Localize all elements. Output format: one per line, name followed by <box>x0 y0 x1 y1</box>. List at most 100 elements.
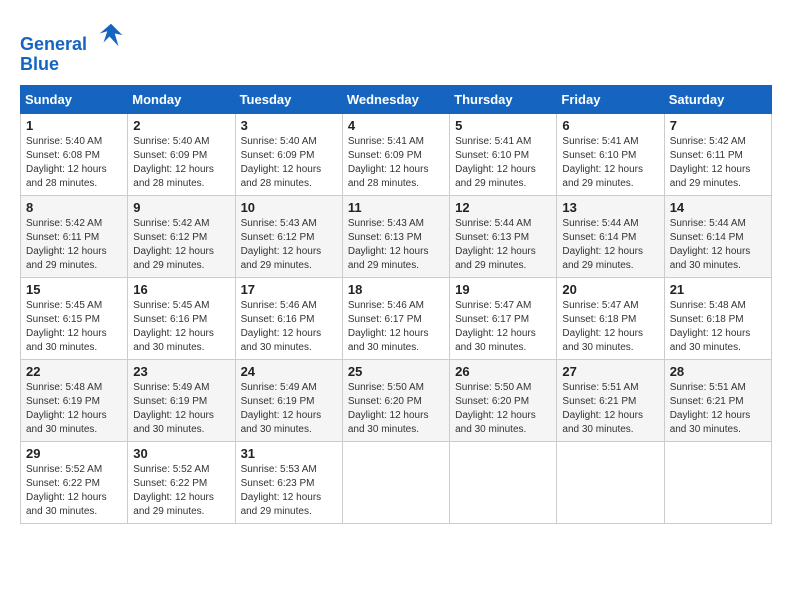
day-info: Sunrise: 5:43 AM Sunset: 6:13 PM Dayligh… <box>348 217 444 273</box>
calendar-day-11: 11 Sunrise: 5:43 AM Sunset: 6:13 PM Dayli… <box>342 195 449 277</box>
day-number: 14 <box>670 200 766 215</box>
empty-cell <box>557 441 664 523</box>
calendar-week-2: 8 Sunrise: 5:42 AM Sunset: 6:11 PM Daylig… <box>21 195 772 277</box>
day-number: 7 <box>670 118 766 133</box>
day-number: 2 <box>133 118 229 133</box>
day-info: Sunrise: 5:51 AM Sunset: 6:21 PM Dayligh… <box>562 381 658 437</box>
calendar-day-28: 28 Sunrise: 5:51 AM Sunset: 6:21 PM Dayli… <box>664 359 771 441</box>
calendar-day-30: 30 Sunrise: 5:52 AM Sunset: 6:22 PM Dayli… <box>128 441 235 523</box>
day-number: 29 <box>26 446 122 461</box>
calendar-week-3: 15Sunrise: 5:45 AM Sunset: 6:15 PM Dayli… <box>21 277 772 359</box>
calendar-day-4: 4Sunrise: 5:41 AM Sunset: 6:09 PM Daylig… <box>342 113 449 195</box>
header-wednesday: Wednesday <box>342 85 449 113</box>
calendar-day-8: 8 Sunrise: 5:42 AM Sunset: 6:11 PM Daylig… <box>21 195 128 277</box>
day-info: Sunrise: 5:52 AM Sunset: 6:22 PM Dayligh… <box>133 463 229 519</box>
calendar-day-19: 19 Sunrise: 5:47 AM Sunset: 6:17 PM Dayli… <box>450 277 557 359</box>
day-number: 13 <box>562 200 658 215</box>
day-number: 3 <box>241 118 337 133</box>
calendar-day-27: 27 Sunrise: 5:51 AM Sunset: 6:21 PM Dayli… <box>557 359 664 441</box>
calendar-day-20: 20 Sunrise: 5:47 AM Sunset: 6:18 PM Dayli… <box>557 277 664 359</box>
day-number: 12 <box>455 200 551 215</box>
day-info: Sunrise: 5:52 AM Sunset: 6:22 PM Dayligh… <box>26 463 122 519</box>
day-number: 20 <box>562 282 658 297</box>
day-info: Sunrise: 5:45 AM Sunset: 6:15 PM Dayligh… <box>26 299 122 355</box>
day-number: 24 <box>241 364 337 379</box>
calendar-day-1: 1 Sunrise: 5:40 AM Sunset: 6:08 PM Daylig… <box>21 113 128 195</box>
day-number: 21 <box>670 282 766 297</box>
calendar-day-21: 21Sunrise: 5:48 AM Sunset: 6:18 PM Dayli… <box>664 277 771 359</box>
day-number: 11 <box>348 200 444 215</box>
day-info: Sunrise: 5:46 AM Sunset: 6:17 PM Dayligh… <box>348 299 444 355</box>
day-number: 8 <box>26 200 122 215</box>
calendar-header-row: SundayMondayTuesdayWednesdayThursdayFrid… <box>21 85 772 113</box>
day-info: Sunrise: 5:50 AM Sunset: 6:20 PM Dayligh… <box>348 381 444 437</box>
logo-general: General <box>20 34 87 54</box>
calendar-week-1: 1 Sunrise: 5:40 AM Sunset: 6:08 PM Daylig… <box>21 113 772 195</box>
header-thursday: Thursday <box>450 85 557 113</box>
day-number: 4 <box>348 118 444 133</box>
logo-bird-icon <box>96 20 126 50</box>
calendar-day-25: 25Sunrise: 5:50 AM Sunset: 6:20 PM Dayli… <box>342 359 449 441</box>
day-number: 5 <box>455 118 551 133</box>
day-info: Sunrise: 5:44 AM Sunset: 6:13 PM Dayligh… <box>455 217 551 273</box>
day-number: 16 <box>133 282 229 297</box>
day-info: Sunrise: 5:42 AM Sunset: 6:11 PM Dayligh… <box>670 135 766 191</box>
day-info: Sunrise: 5:53 AM Sunset: 6:23 PM Dayligh… <box>241 463 337 519</box>
calendar-day-10: 10 Sunrise: 5:43 AM Sunset: 6:12 PM Dayli… <box>235 195 342 277</box>
day-number: 30 <box>133 446 229 461</box>
day-number: 17 <box>241 282 337 297</box>
logo: General Blue <box>20 20 126 75</box>
day-number: 27 <box>562 364 658 379</box>
calendar-week-5: 29 Sunrise: 5:52 AM Sunset: 6:22 PM Dayli… <box>21 441 772 523</box>
day-info: Sunrise: 5:42 AM Sunset: 6:11 PM Dayligh… <box>26 217 122 273</box>
calendar-day-5: 5Sunrise: 5:41 AM Sunset: 6:10 PM Daylig… <box>450 113 557 195</box>
calendar-day-14: 14 Sunrise: 5:44 AM Sunset: 6:14 PM Dayli… <box>664 195 771 277</box>
day-number: 28 <box>670 364 766 379</box>
day-number: 10 <box>241 200 337 215</box>
calendar-day-29: 29 Sunrise: 5:52 AM Sunset: 6:22 PM Dayli… <box>21 441 128 523</box>
day-info: Sunrise: 5:46 AM Sunset: 6:16 PM Dayligh… <box>241 299 337 355</box>
calendar-day-16: 16 Sunrise: 5:45 AM Sunset: 6:16 PM Dayli… <box>128 277 235 359</box>
calendar-day-9: 9Sunrise: 5:42 AM Sunset: 6:12 PM Daylig… <box>128 195 235 277</box>
calendar-week-4: 22 Sunrise: 5:48 AM Sunset: 6:19 PM Dayli… <box>21 359 772 441</box>
day-info: Sunrise: 5:48 AM Sunset: 6:19 PM Dayligh… <box>26 381 122 437</box>
day-number: 26 <box>455 364 551 379</box>
day-number: 22 <box>26 364 122 379</box>
day-number: 19 <box>455 282 551 297</box>
calendar-day-6: 6 Sunrise: 5:41 AM Sunset: 6:10 PM Daylig… <box>557 113 664 195</box>
day-info: Sunrise: 5:50 AM Sunset: 6:20 PM Dayligh… <box>455 381 551 437</box>
day-info: Sunrise: 5:43 AM Sunset: 6:12 PM Dayligh… <box>241 217 337 273</box>
day-info: Sunrise: 5:47 AM Sunset: 6:18 PM Dayligh… <box>562 299 658 355</box>
day-info: Sunrise: 5:44 AM Sunset: 6:14 PM Dayligh… <box>670 217 766 273</box>
header-friday: Friday <box>557 85 664 113</box>
calendar-day-13: 13 Sunrise: 5:44 AM Sunset: 6:14 PM Dayli… <box>557 195 664 277</box>
calendar-table: SundayMondayTuesdayWednesdayThursdayFrid… <box>20 85 772 524</box>
calendar-day-3: 3 Sunrise: 5:40 AM Sunset: 6:09 PM Daylig… <box>235 113 342 195</box>
calendar-day-2: 2 Sunrise: 5:40 AM Sunset: 6:09 PM Daylig… <box>128 113 235 195</box>
day-number: 1 <box>26 118 122 133</box>
day-info: Sunrise: 5:47 AM Sunset: 6:17 PM Dayligh… <box>455 299 551 355</box>
day-number: 9 <box>133 200 229 215</box>
calendar-day-26: 26 Sunrise: 5:50 AM Sunset: 6:20 PM Dayli… <box>450 359 557 441</box>
day-info: Sunrise: 5:44 AM Sunset: 6:14 PM Dayligh… <box>562 217 658 273</box>
calendar-day-18: 18 Sunrise: 5:46 AM Sunset: 6:17 PM Dayli… <box>342 277 449 359</box>
calendar-day-17: 17 Sunrise: 5:46 AM Sunset: 6:16 PM Dayli… <box>235 277 342 359</box>
calendar-day-15: 15Sunrise: 5:45 AM Sunset: 6:15 PM Dayli… <box>21 277 128 359</box>
empty-cell <box>342 441 449 523</box>
calendar-day-7: 7 Sunrise: 5:42 AM Sunset: 6:11 PM Daylig… <box>664 113 771 195</box>
header-sunday: Sunday <box>21 85 128 113</box>
day-number: 31 <box>241 446 337 461</box>
day-info: Sunrise: 5:40 AM Sunset: 6:09 PM Dayligh… <box>133 135 229 191</box>
header-saturday: Saturday <box>664 85 771 113</box>
header-tuesday: Tuesday <box>235 85 342 113</box>
day-info: Sunrise: 5:41 AM Sunset: 6:10 PM Dayligh… <box>562 135 658 191</box>
day-number: 18 <box>348 282 444 297</box>
page-header: General Blue <box>20 20 772 75</box>
day-info: Sunrise: 5:40 AM Sunset: 6:08 PM Dayligh… <box>26 135 122 191</box>
day-info: Sunrise: 5:40 AM Sunset: 6:09 PM Dayligh… <box>241 135 337 191</box>
day-info: Sunrise: 5:45 AM Sunset: 6:16 PM Dayligh… <box>133 299 229 355</box>
calendar-day-22: 22 Sunrise: 5:48 AM Sunset: 6:19 PM Dayli… <box>21 359 128 441</box>
day-number: 23 <box>133 364 229 379</box>
day-info: Sunrise: 5:51 AM Sunset: 6:21 PM Dayligh… <box>670 381 766 437</box>
day-number: 6 <box>562 118 658 133</box>
